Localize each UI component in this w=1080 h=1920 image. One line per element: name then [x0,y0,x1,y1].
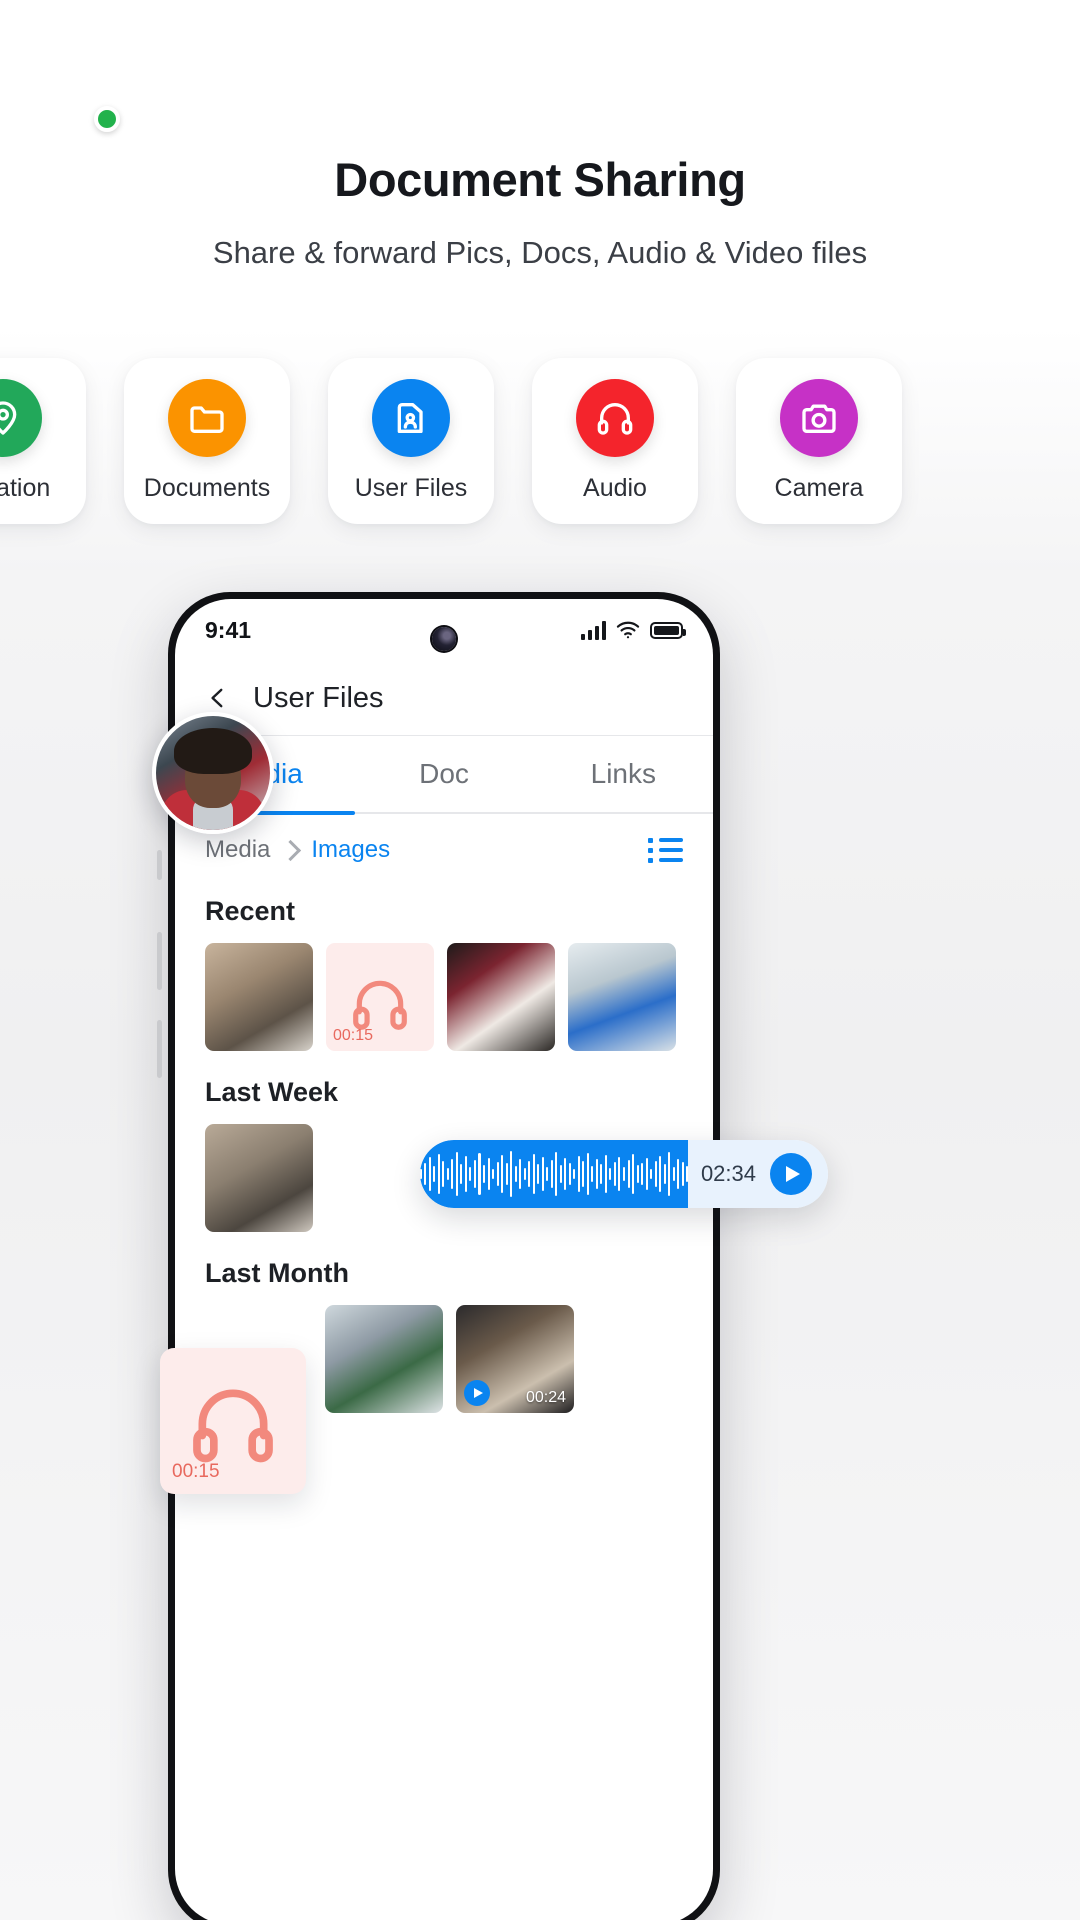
screen-title: User Files [253,681,384,714]
folder-icon [168,379,246,457]
category-card-location[interactable]: Location [0,358,86,524]
headphones-icon [576,379,654,457]
category-label: Audio [583,474,647,502]
promo-page: Document Sharing Share & forward Pics, D… [0,0,1080,1920]
media-thumbnail-image[interactable] [447,943,555,1051]
thumbnail-row-recent: 00:15 [175,943,713,1051]
page-subtitle: Share & forward Pics, Docs, Audio & Vide… [212,235,868,270]
avatar-hair [174,728,252,774]
category-label: Documents [143,474,271,502]
media-thumbnail-image[interactable] [568,943,676,1051]
media-thumbnail-audio[interactable]: 00:15 [326,943,434,1051]
category-card-documents[interactable]: Documents [124,358,290,524]
avatar[interactable] [152,712,274,834]
audio-player-tail: 02:34 [688,1140,828,1208]
status-icons [581,620,686,640]
page-title: Document Sharing [334,153,746,206]
media-thumbnail-image[interactable] [205,1124,313,1232]
phone-volume-up-button[interactable] [157,932,162,990]
category-label: Location [0,474,51,502]
video-duration: 00:24 [525,1389,566,1406]
back-arrow-icon[interactable] [205,685,231,711]
breadcrumb-parent[interactable]: Media [205,836,270,864]
phone-mute-button[interactable] [157,850,162,880]
status-time: 9:41 [205,616,252,643]
audio-duration: 00:15 [333,1027,374,1044]
cellular-bars-icon [581,620,606,640]
breadcrumb: Media Images [205,836,390,864]
tab-doc[interactable]: Doc [354,736,533,812]
battery-full-icon [650,621,686,639]
user-folder-icon [372,379,450,457]
section-title-recent: Recent [205,896,296,926]
category-card-audio[interactable]: Audio [532,358,698,524]
section-title-last-week: Last Week [205,1077,339,1107]
status-bar: 9:41 [175,599,713,661]
camera-icon [780,379,858,457]
list-view-icon[interactable] [648,837,683,863]
chevron-right-icon [280,839,302,861]
section-title-last-month: Last Month [205,1258,349,1288]
front-camera-punch-hole [432,627,456,651]
app-header: User Files [175,661,713,735]
category-card-camera[interactable]: Camera [736,358,902,524]
category-card-user-files[interactable]: User Files [328,358,494,524]
play-icon[interactable] [770,1153,812,1195]
tab-links[interactable]: Links [534,736,713,812]
phone-volume-down-button[interactable] [157,1020,162,1078]
audio-duration: 02:34 [700,1161,756,1186]
status-badge-online [94,106,120,132]
breadcrumb-current[interactable]: Images [311,836,390,864]
play-icon[interactable] [464,1380,490,1406]
media-thumbnail-image[interactable] [205,943,313,1051]
category-card-row: Location Documents User Files [0,358,1080,524]
location-pin-icon [0,379,42,457]
audio-duration: 00:15 [172,1461,220,1482]
audio-waveform[interactable] [420,1140,689,1208]
media-thumbnail-image[interactable] [325,1305,443,1413]
wifi-icon [616,621,640,639]
media-thumbnail-video[interactable]: 00:24 [456,1305,574,1413]
audio-player[interactable]: 02:34 [420,1140,828,1208]
floating-audio-card[interactable]: 00:15 [160,1348,306,1494]
category-label: Camera [774,474,864,502]
category-label: User Files [354,474,468,502]
